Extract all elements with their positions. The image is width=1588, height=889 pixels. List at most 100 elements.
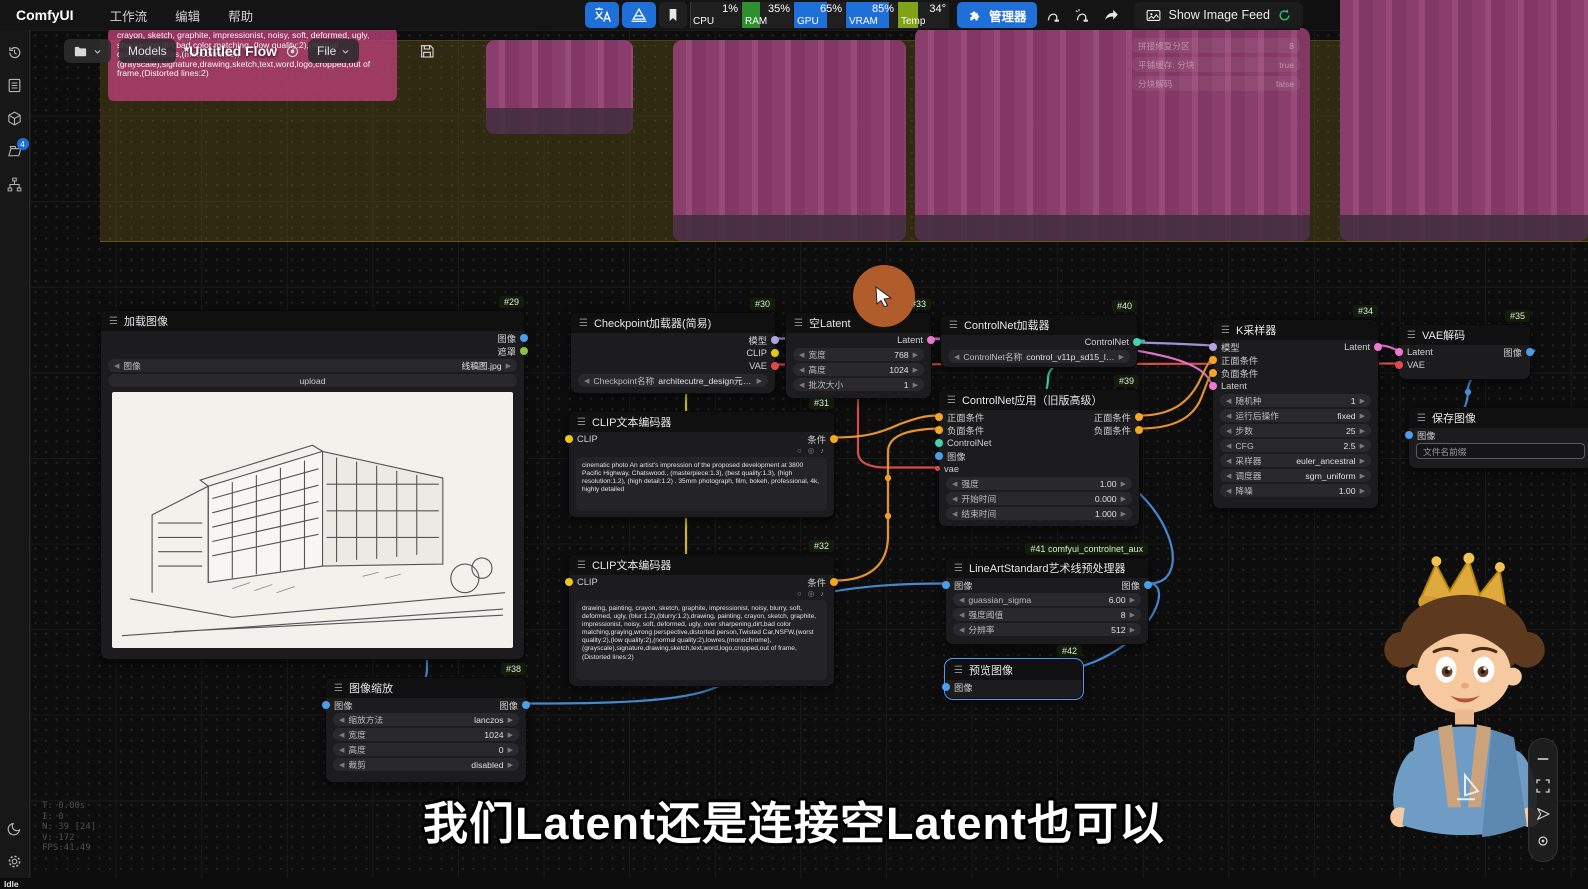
widget-结束时间[interactable]: ◀结束时间1.000▶ bbox=[946, 507, 1132, 520]
output-port-VAE[interactable]: VAE bbox=[749, 361, 767, 371]
menu-item-1[interactable]: 编辑 bbox=[175, 6, 200, 25]
text-input-文件名前缀[interactable]: 文件名前缀 bbox=[1416, 443, 1585, 459]
widget-随机种[interactable]: ◀随机种1▶ bbox=[1220, 394, 1371, 407]
widget-运行后操作[interactable]: ◀运行后操作fixed▶ bbox=[1220, 409, 1371, 422]
output-port-Latent[interactable]: Latent bbox=[897, 335, 923, 345]
node-header[interactable]: ☰保存图像 bbox=[1409, 408, 1588, 428]
node-header[interactable]: ☰CLIP文本编码器 bbox=[569, 412, 834, 432]
sidebar-item-model-library[interactable] bbox=[0, 102, 30, 135]
input-port-Latent[interactable]: Latent bbox=[1221, 381, 1247, 391]
increment-arrow[interactable]: ▶ bbox=[1360, 457, 1365, 465]
widget-批次大小[interactable]: ◀批次大小1▶ bbox=[793, 378, 924, 391]
workflow-title[interactable]: *Untitled Flow bbox=[184, 43, 277, 59]
decrement-arrow[interactable]: ◀ bbox=[584, 377, 589, 385]
graph-view-button[interactable] bbox=[622, 2, 656, 28]
collapse-icon[interactable]: ☰ bbox=[577, 417, 586, 428]
increment-arrow[interactable]: ▶ bbox=[1360, 412, 1365, 420]
output-port-条件[interactable]: 条件 bbox=[807, 575, 826, 589]
widget-control-icons[interactable]: ○◎♪ bbox=[569, 588, 834, 598]
collapse-icon[interactable]: ☰ bbox=[949, 320, 958, 331]
output-port-正面条件[interactable]: 正面条件 bbox=[1094, 410, 1131, 424]
increment-arrow[interactable]: ▶ bbox=[1121, 495, 1126, 503]
decrement-arrow[interactable]: ◀ bbox=[114, 362, 119, 370]
input-port-图像[interactable]: 图像 bbox=[954, 578, 973, 592]
models-button[interactable]: Models bbox=[119, 39, 176, 63]
node-30[interactable]: #30☰Checkpoint加载器(简易)模型CLIPVAE◀Checkpoin… bbox=[570, 312, 776, 394]
increment-arrow[interactable]: ▶ bbox=[1130, 626, 1135, 634]
node-header[interactable]: ☰VAE解码 bbox=[1399, 325, 1530, 345]
decrement-arrow[interactable]: ◀ bbox=[959, 596, 964, 604]
input-port-图像[interactable]: 图像 bbox=[954, 680, 973, 694]
increment-arrow[interactable]: ▶ bbox=[1121, 510, 1126, 518]
node-header[interactable]: ☰ControlNet应用（旧版高级） bbox=[939, 390, 1139, 410]
decrement-arrow[interactable]: ◀ bbox=[1226, 472, 1231, 480]
node-header[interactable]: ☰LineArtStandard艺术线预处理器 bbox=[946, 558, 1148, 578]
increment-arrow[interactable]: ▶ bbox=[913, 351, 918, 359]
save-icon[interactable] bbox=[419, 43, 435, 59]
output-port-图像[interactable]: 图像 bbox=[1503, 345, 1522, 359]
decrement-arrow[interactable]: ◀ bbox=[1226, 457, 1231, 465]
widget-调度器[interactable]: ◀调度器sgm_uniform▶ bbox=[1220, 469, 1371, 482]
decrement-arrow[interactable]: ◀ bbox=[1226, 427, 1231, 435]
decrement-arrow[interactable]: ◀ bbox=[952, 480, 957, 488]
decrement-arrow[interactable]: ◀ bbox=[799, 381, 804, 389]
output-port-模型[interactable]: 模型 bbox=[748, 333, 767, 347]
node-31[interactable]: #31☰CLIP文本编码器CLIP条件○◎♪cinematic photo An… bbox=[568, 411, 835, 518]
widget-强度[interactable]: ◀强度1.00▶ bbox=[946, 477, 1132, 490]
show-image-feed-button[interactable]: Show Image Feed bbox=[1134, 2, 1303, 28]
output-port-图像[interactable]: 图像 bbox=[497, 331, 516, 345]
manager-button[interactable]: 管理器 bbox=[957, 2, 1037, 28]
decrement-arrow[interactable]: ◀ bbox=[1226, 442, 1231, 450]
widget-guassian_sigma[interactable]: ◀guassian_sigma6.00▶ bbox=[953, 593, 1141, 606]
eye-icon[interactable] bbox=[1535, 833, 1551, 849]
input-port-CLIP[interactable]: CLIP bbox=[577, 577, 598, 587]
increment-arrow[interactable]: ▶ bbox=[1360, 427, 1365, 435]
decrement-arrow[interactable]: ◀ bbox=[1226, 487, 1231, 495]
zoom-out-icon[interactable] bbox=[1535, 751, 1551, 767]
node-header[interactable]: ☰CLIP文本编码器 bbox=[569, 555, 834, 575]
increment-arrow[interactable]: ▶ bbox=[1360, 472, 1365, 480]
increment-arrow[interactable]: ▶ bbox=[1360, 442, 1365, 450]
output-port-ControlNet[interactable]: ControlNet bbox=[1085, 337, 1129, 347]
circle-icon[interactable]: ○ bbox=[797, 589, 802, 598]
workflow-folder-button[interactable] bbox=[64, 39, 111, 63]
increment-arrow[interactable]: ▶ bbox=[1130, 596, 1135, 604]
node-header[interactable]: ☰加载图像 bbox=[101, 311, 524, 331]
collapse-icon[interactable]: ☰ bbox=[1407, 330, 1416, 341]
node-34[interactable]: #34☰K采样器模型Latent正面条件负面条件Latent◀随机种1▶◀运行后… bbox=[1212, 319, 1379, 509]
widget-Checkpoint名称[interactable]: ◀Checkpoint名称architecutre_design元线稿-Yuan… bbox=[578, 374, 768, 387]
clean-vram-button[interactable] bbox=[1040, 2, 1066, 28]
increment-arrow[interactable]: ▶ bbox=[508, 716, 513, 724]
widget-缩放方法[interactable]: ◀缩放方法lanczos▶ bbox=[333, 713, 519, 726]
input-port-正面条件[interactable]: 正面条件 bbox=[947, 410, 984, 424]
node-35[interactable]: #35☰VAE解码Latent图像VAE bbox=[1398, 324, 1531, 380]
decrement-arrow[interactable]: ◀ bbox=[1226, 397, 1231, 405]
decrement-arrow[interactable]: ◀ bbox=[1226, 412, 1231, 420]
widget-裁剪[interactable]: ◀裁剪disabled▶ bbox=[333, 758, 519, 771]
decrement-arrow[interactable]: ◀ bbox=[799, 366, 804, 374]
prompt-textarea[interactable]: drawing, painting, crayon, sketch, graph… bbox=[576, 600, 827, 680]
widget-高度[interactable]: ◀高度0▶ bbox=[333, 743, 519, 756]
output-port-负面条件[interactable]: 负面条件 bbox=[1094, 423, 1131, 437]
collapse-icon[interactable]: ☰ bbox=[334, 683, 343, 694]
node-header[interactable]: ☰图像缩放 bbox=[326, 678, 526, 698]
input-port-CLIP[interactable]: CLIP bbox=[577, 434, 598, 444]
increment-arrow[interactable]: ▶ bbox=[508, 746, 513, 754]
widget-CFG[interactable]: ◀CFG2.5▶ bbox=[1220, 439, 1371, 452]
widget-宽度[interactable]: ◀宽度1024▶ bbox=[333, 728, 519, 741]
output-port-遮罩[interactable]: 遮罩 bbox=[497, 344, 516, 358]
input-port-正面条件[interactable]: 正面条件 bbox=[1221, 353, 1258, 367]
navigate-cursor-icon[interactable] bbox=[1535, 806, 1551, 822]
increment-arrow[interactable]: ▶ bbox=[1360, 397, 1365, 405]
input-port-图像[interactable]: 图像 bbox=[1417, 428, 1436, 442]
decrement-arrow[interactable]: ◀ bbox=[952, 495, 957, 503]
decrement-arrow[interactable]: ◀ bbox=[339, 716, 344, 724]
prompt-textarea[interactable]: cinematic photo An artist's impression o… bbox=[576, 457, 827, 511]
widget-降噪[interactable]: ◀降噪1.00▶ bbox=[1220, 484, 1371, 497]
widget-图像[interactable]: ◀图像线稿图.jpg▶ bbox=[108, 359, 517, 372]
increment-arrow[interactable]: ▶ bbox=[1121, 480, 1126, 488]
output-port-CLIP[interactable]: CLIP bbox=[746, 348, 767, 358]
increment-arrow[interactable]: ▶ bbox=[508, 731, 513, 739]
app-logo[interactable]: ComfyUI bbox=[16, 7, 74, 23]
increment-arrow[interactable]: ▶ bbox=[913, 381, 918, 389]
